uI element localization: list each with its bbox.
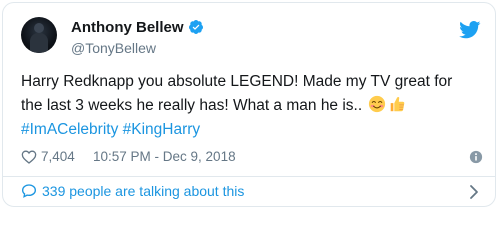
tweet-text-line2: the last 3 weeks he really has! What a m… bbox=[21, 97, 363, 114]
divider bbox=[3, 176, 495, 177]
avatar[interactable] bbox=[21, 17, 57, 53]
smiling-face-icon bbox=[369, 95, 386, 113]
hashtag-imacelebrity[interactable]: #ImACelebrity bbox=[21, 121, 118, 138]
tweet-text: Harry Redknapp you absolute LEGEND! Made… bbox=[21, 70, 483, 142]
author-name[interactable]: Anthony Bellew bbox=[71, 19, 204, 36]
tweet-card[interactable]: Anthony Bellew @TonyBellew Harry Redknap… bbox=[2, 2, 496, 207]
talking-about-text: 339 people are talking about this bbox=[42, 183, 245, 199]
conversation-link[interactable]: 339 people are talking about this bbox=[21, 181, 483, 203]
avatar-head bbox=[34, 23, 44, 33]
verified-badge-icon bbox=[188, 20, 203, 34]
hashtag-kingharry[interactable]: #KingHarry bbox=[123, 121, 201, 138]
speech-bubble-icon bbox=[21, 184, 37, 198]
heart-icon[interactable] bbox=[21, 149, 37, 165]
info-icon[interactable] bbox=[469, 150, 483, 164]
likes-count[interactable]: 7,404 bbox=[41, 149, 75, 164]
tweet-meta: 7,404 10:57 PM - Dec 9, 2018 bbox=[21, 148, 483, 168]
tweet-header: Anthony Bellew @TonyBellew bbox=[21, 17, 481, 61]
chevron-right-icon bbox=[470, 185, 478, 199]
twitter-bird-icon[interactable] bbox=[459, 21, 481, 39]
avatar-body bbox=[30, 33, 48, 53]
tweet-timestamp[interactable]: 10:57 PM - Dec 9, 2018 bbox=[93, 149, 236, 164]
tweet-text-line1: Harry Redknapp you absolute LEGEND! Made… bbox=[21, 73, 453, 90]
thumbs-up-icon bbox=[391, 97, 405, 112]
author-name-text: Anthony Bellew bbox=[71, 19, 184, 36]
author-handle[interactable]: @TonyBellew bbox=[71, 40, 156, 56]
